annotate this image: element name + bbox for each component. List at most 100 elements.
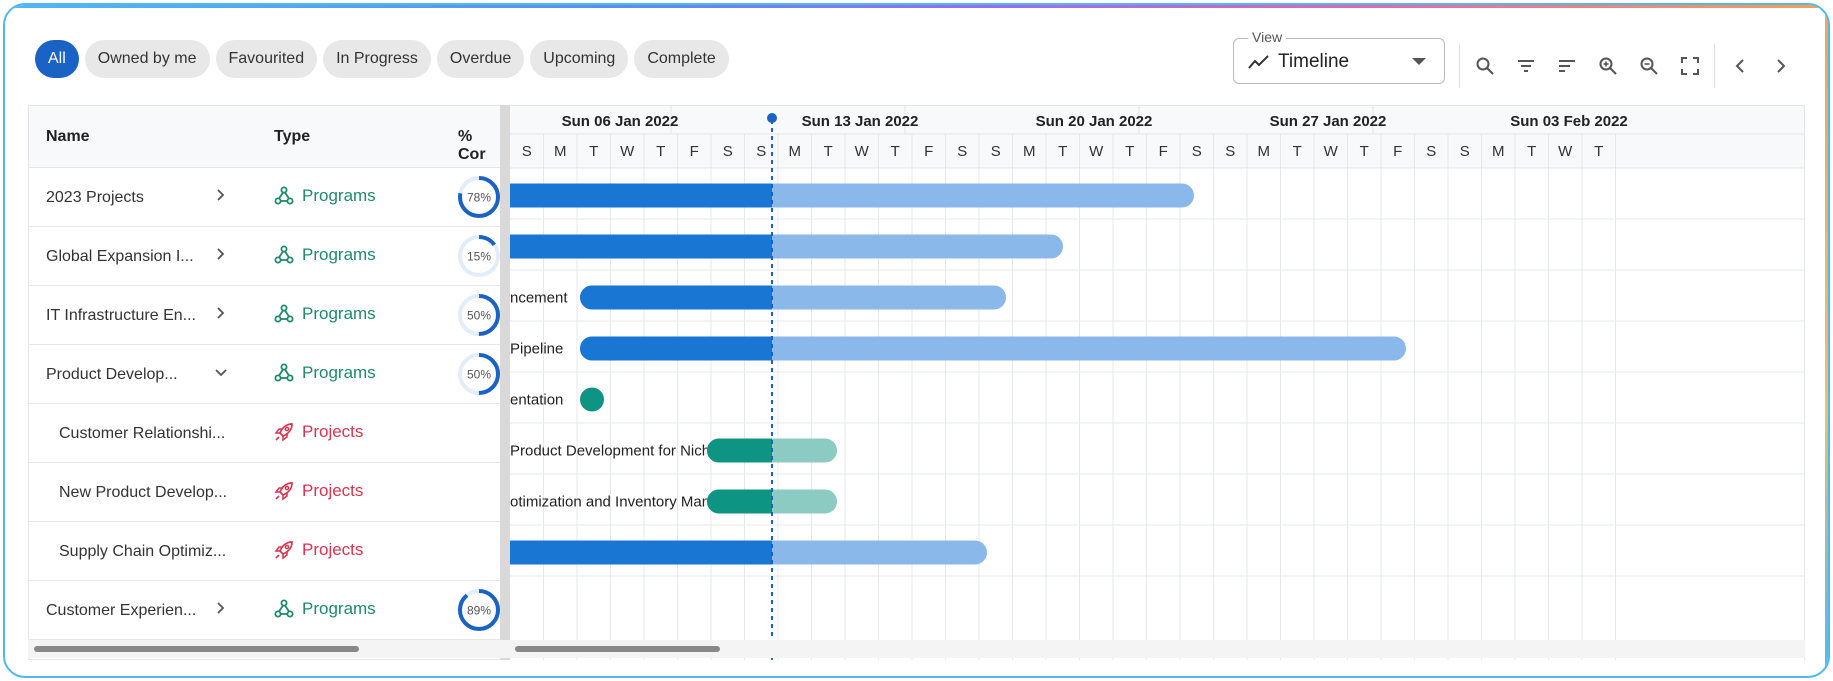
timeline-svg: S M T W T F S S M T W T F S S M T W T F S S M T W T F S S M T W T Sun 06 … [510, 106, 1804, 660]
row-name: Supply Chain Optimiz... [59, 543, 227, 560]
table-row[interactable]: Customer Relationshi... Projects [29, 404, 504, 463]
table-row[interactable]: Customer Experien... Programs 89% [29, 581, 504, 640]
zoom-out-button[interactable] [1628, 49, 1669, 83]
day-label: M [789, 143, 802, 160]
task-bar-complete-edge [758, 183, 772, 208]
day-label: W [620, 143, 635, 160]
day-label: M [1023, 143, 1036, 160]
day-label: T [1058, 143, 1067, 160]
progress-percent: 78% [467, 191, 491, 205]
filter-chip-favourited[interactable]: Favourited [215, 40, 318, 78]
day-label: T [891, 143, 900, 160]
chevron-down-icon[interactable] [211, 362, 231, 382]
program-hierarchy-icon [274, 363, 294, 382]
day-label: M [1258, 143, 1271, 160]
day-label: T [1360, 143, 1369, 160]
view-select-label: View [1248, 29, 1287, 45]
row-type-label: Programs [302, 186, 376, 205]
day-label: S [723, 143, 733, 160]
toolbar-divider [1714, 44, 1715, 88]
fullscreen-button[interactable] [1669, 49, 1710, 83]
search-button[interactable] [1464, 49, 1505, 83]
row-type-label: Programs [302, 599, 376, 618]
timeline-scrollbar[interactable] [515, 646, 720, 652]
row-type: Programs [274, 186, 376, 206]
pane-splitter[interactable] [500, 105, 510, 660]
day-label: F [924, 143, 933, 160]
task-bar-complete[interactable] [510, 183, 772, 208]
next-button[interactable] [1760, 49, 1801, 83]
timeline-chart: S M T W T F S S M T W T F S S M T W T F S S M T W T F S S M T W T Sun 06 … [510, 105, 1805, 660]
table-header: Name Type % Cor [29, 106, 504, 168]
view-select[interactable]: View Timeline [1233, 29, 1445, 84]
bar-label: ncement [510, 290, 568, 307]
frame-gradient-right [1825, 5, 1828, 676]
filter-button[interactable] [1505, 49, 1546, 83]
progress-percent: 50% [467, 309, 491, 323]
view-select-value: Timeline [1278, 51, 1350, 72]
zoom-in-button[interactable] [1587, 49, 1628, 83]
day-label: W [1558, 143, 1573, 160]
table-row[interactable]: Supply Chain Optimiz... Projects [29, 522, 504, 581]
chevron-right-icon[interactable] [211, 244, 231, 264]
chevron-right-icon[interactable] [211, 185, 231, 205]
task-bar-complete[interactable] [580, 285, 772, 310]
task-bar-complete-edge [758, 540, 772, 565]
chevron-right-icon[interactable] [211, 303, 231, 323]
column-header-name[interactable]: Name [46, 128, 90, 146]
chevron-right-icon[interactable] [211, 598, 231, 618]
task-bar-complete-edge [758, 438, 772, 463]
row-name: 2023 Projects [46, 189, 144, 206]
day-label: S [1460, 143, 1470, 160]
table-row[interactable]: IT Infrastructure En... Programs 50% [29, 286, 504, 345]
progress-ring: 50% [458, 294, 500, 336]
rocket-icon [274, 423, 293, 442]
filter-chip-owned-by-me[interactable]: Owned by me [84, 40, 210, 78]
column-header-percent[interactable]: % Cor [458, 128, 504, 164]
sort-button[interactable] [1546, 49, 1587, 83]
day-label: S [1426, 143, 1436, 160]
day-label: F [1393, 143, 1402, 160]
filter-chip-overdue[interactable]: Overdue [436, 40, 525, 78]
day-label: S [957, 143, 967, 160]
timeline-icon [1248, 55, 1269, 69]
day-label: T [1293, 143, 1302, 160]
progress-ring: 78% [458, 176, 500, 218]
table-row[interactable]: Product Develop... Programs 50% [29, 345, 504, 404]
bar-label: entation [510, 392, 563, 409]
task-table: Name Type % Cor 2023 Projects Programs 78%… [28, 105, 504, 660]
filter-chip-in-progress[interactable]: In Progress [323, 40, 431, 78]
task-bar-complete[interactable] [510, 234, 772, 259]
week-label: Sun 13 Jan 2022 [802, 113, 919, 130]
task-bar-complete[interactable] [510, 540, 772, 565]
day-label: T [589, 143, 598, 160]
day-label: W [855, 143, 870, 160]
task-bar-complete[interactable] [580, 336, 772, 361]
table-row[interactable]: 2023 Projects Programs 78% [29, 168, 504, 227]
rocket-icon [274, 482, 293, 501]
filter-chip-upcoming[interactable]: Upcoming [530, 40, 629, 78]
filter-chip-complete[interactable]: Complete [634, 40, 729, 78]
row-name: IT Infrastructure En... [46, 307, 196, 324]
filter-chip-all[interactable]: All [35, 40, 79, 78]
task-bar-complete[interactable] [580, 387, 604, 412]
week-label: Sun 06 Jan 2022 [562, 113, 679, 130]
day-label: T [824, 143, 833, 160]
task-bar-complete-edge [758, 234, 772, 259]
row-type-label: Projects [302, 422, 364, 441]
day-label: T [1527, 143, 1536, 160]
column-header-type[interactable]: Type [274, 128, 310, 146]
row-type: Programs [274, 363, 376, 383]
chevron-down-icon [1412, 58, 1426, 65]
row-type: Programs [274, 599, 376, 619]
previous-button[interactable] [1719, 49, 1760, 83]
fullscreen-icon [1680, 57, 1699, 75]
task-bar-complete-edge [758, 285, 772, 310]
table-scrollbar[interactable] [34, 646, 359, 652]
row-type: Programs [274, 245, 376, 265]
week-label: Sun 27 Jan 2022 [1270, 113, 1387, 130]
row-name: Customer Relationshi... [59, 425, 226, 442]
table-row[interactable]: Global Expansion I... Programs 15% [29, 227, 504, 286]
search-icon [1476, 57, 1494, 75]
table-row[interactable]: New Product Develop... Projects [29, 463, 504, 522]
